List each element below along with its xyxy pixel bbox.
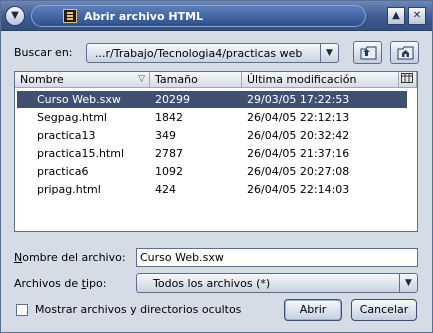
look-in-label: Buscar en: [14, 46, 73, 59]
column-header-name[interactable]: Nombre ▽ [15, 72, 150, 88]
file-type-value: Todos los archivos (*) [153, 277, 271, 290]
document-icon [63, 9, 77, 23]
file-modified-cell: 26/04/05 22:12:13 [247, 111, 350, 124]
file-size-cell: 1842 [155, 111, 183, 124]
cancel-button[interactable]: Cancelar [351, 299, 417, 321]
show-hidden-checkbox[interactable] [16, 304, 28, 316]
window-menu-button[interactable]: ▼ [5, 6, 25, 26]
file-list[interactable]: Nombre ▽ Tamaño Última modificación Curs… [14, 71, 418, 232]
file-modified-cell: 26/04/05 20:32:42 [247, 129, 350, 142]
look-in-combo[interactable]: ...r/Trabajo/Tecnologia4/practicas web ▼ [86, 43, 339, 63]
open-file-dialog: ▼ Abrir archivo HTML ▲ ✕ Buscar en: ...r… [0, 0, 433, 333]
show-hidden-label[interactable]: Mostrar archivos y directorios ocultos [35, 303, 241, 316]
file-name-cell: practica13 [37, 129, 96, 142]
file-name-cell: Curso Web.sxw [37, 93, 121, 106]
file-modified-cell: 26/04/05 20:27:08 [247, 165, 350, 178]
column-header-label: Última modificación [247, 73, 357, 86]
file-modified-cell: 29/03/05 17:22:53 [247, 93, 350, 106]
file-size-cell: 349 [155, 129, 176, 142]
triangle-up-icon: ▲ [392, 10, 400, 21]
look-in-path: ...r/Trabajo/Tecnologia4/practicas web [95, 47, 303, 60]
file-name-cell: practica15.html [37, 147, 125, 160]
title-pill: Abrir archivo HTML [31, 5, 366, 27]
file-row[interactable]: Curso Web.sxw 20299 29/03/05 17:22:53 [17, 91, 407, 108]
file-name-input[interactable]: Curso Web.sxw [136, 248, 418, 267]
file-size-cell: 2787 [155, 147, 183, 160]
file-size-cell: 424 [155, 183, 176, 196]
open-button[interactable]: Abrir [284, 299, 342, 321]
file-name-cell: practica6 [37, 165, 89, 178]
file-name-label-text: ombre del archivo: [22, 251, 126, 264]
window-title: Abrir archivo HTML [84, 10, 204, 23]
file-modified-cell: 26/04/05 22:14:03 [247, 183, 350, 196]
file-row[interactable]: Segpag.html 1842 26/04/05 22:12:13 [17, 109, 407, 126]
chevron-down-icon: ▼ [320, 44, 338, 62]
file-size-cell: 1092 [155, 165, 183, 178]
column-header-size[interactable]: Tamaño [150, 72, 242, 88]
folder-up-icon [360, 46, 377, 60]
title-bar[interactable]: ▼ Abrir archivo HTML ▲ ✕ [1, 1, 432, 31]
close-button[interactable]: ✕ [408, 7, 426, 25]
folder-home-icon [397, 46, 414, 60]
chevron-down-icon: ▼ [399, 274, 417, 292]
up-folder-button[interactable] [353, 41, 382, 64]
column-chooser-button[interactable] [399, 72, 417, 88]
file-row[interactable]: practica15.html 2787 26/04/05 21:37:16 [17, 145, 407, 162]
file-name-cell: Segpag.html [37, 111, 107, 124]
file-name-cell: pripag.html [37, 183, 101, 196]
file-name-label: Nombre del archivo: [14, 251, 126, 264]
file-size-cell: 20299 [155, 93, 190, 106]
column-header-label: Nombre [20, 73, 64, 86]
sort-arrow-icon: ▽ [138, 74, 145, 84]
file-row[interactable]: pripag.html 424 26/04/05 22:14:03 [17, 181, 407, 198]
minimize-button[interactable]: ▲ [387, 7, 405, 25]
file-type-combo[interactable]: Todos los archivos (*) ▼ [136, 273, 418, 293]
column-header-modified[interactable]: Última modificación [242, 72, 399, 88]
file-row[interactable]: practica6 1092 26/04/05 20:27:08 [17, 163, 407, 180]
close-icon: ✕ [412, 10, 422, 21]
column-settings-icon [401, 73, 413, 83]
file-type-label: Archivos de tipo: [14, 277, 107, 290]
file-row[interactable]: practica13 349 26/04/05 20:32:42 [17, 127, 407, 144]
column-header-label: Tamaño [155, 73, 198, 86]
file-modified-cell: 26/04/05 21:37:16 [247, 147, 350, 160]
chevron-down-icon: ▼ [11, 10, 19, 21]
home-folder-button[interactable] [390, 41, 419, 64]
